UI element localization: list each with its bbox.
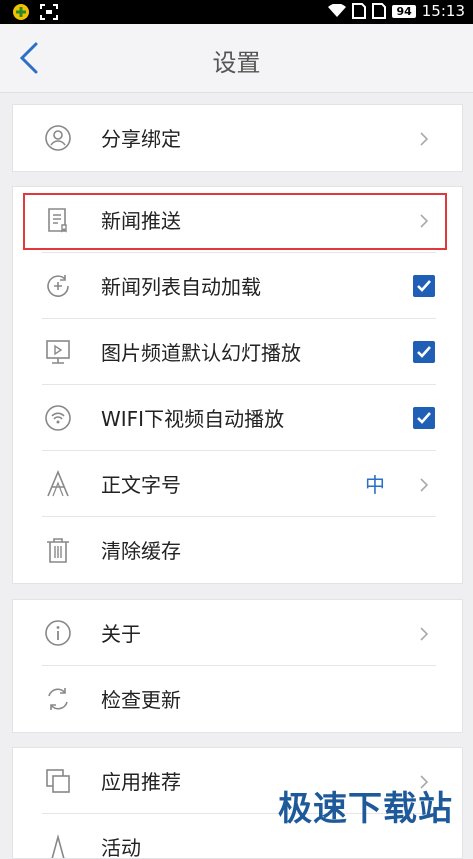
setting-label: 应用推荐 <box>101 770 181 794</box>
status-bar: 94 15:13 <box>0 0 473 24</box>
auto-load-checkbox[interactable] <box>413 275 435 297</box>
chevron-right-icon <box>420 478 429 492</box>
page-title: 设置 <box>212 49 261 77</box>
settings-section-account: 分享绑定 <box>12 104 463 172</box>
setting-label: 正文字号 <box>101 473 181 497</box>
setting-label: WIFI下视频自动播放 <box>101 407 285 431</box>
highlight-box <box>23 193 447 250</box>
setting-image-slideshow[interactable]: 图片频道默认幻灯播放 <box>13 319 462 385</box>
font-size-icon <box>47 470 69 497</box>
sync-icon <box>48 688 68 710</box>
user-circle-icon <box>45 125 71 151</box>
wifi-autoplay-checkbox[interactable] <box>413 407 435 429</box>
setting-label: 分享绑定 <box>101 127 181 151</box>
setting-label: 清除缓存 <box>101 539 181 563</box>
chevron-right-icon <box>420 132 429 146</box>
setting-clear-cache[interactable]: 清除缓存 <box>13 517 462 583</box>
setting-label: 图片频道默认幻灯播放 <box>101 341 301 365</box>
sim2-signal-icon <box>372 3 387 19</box>
setting-wifi-autoplay[interactable]: WIFI下视频自动播放 <box>13 385 462 451</box>
setting-label: 检查更新 <box>101 688 181 712</box>
wifi-signal-icon <box>328 4 347 17</box>
slideshow-icon <box>46 340 70 364</box>
info-icon <box>45 620 71 646</box>
title-bar: 设置 <box>0 24 473 93</box>
setting-auto-load-news[interactable]: 新闻列表自动加载 <box>13 253 462 319</box>
setting-label: 活动 <box>101 836 141 859</box>
setting-label: 关于 <box>101 622 141 646</box>
trash-icon <box>47 538 69 563</box>
battery-level: 94 <box>392 4 416 18</box>
app-recommend-icon <box>46 769 70 793</box>
clock: 15:13 <box>421 2 465 20</box>
settings-section-about: 关于 检查更新 <box>12 599 463 733</box>
setting-check-update[interactable]: 检查更新 <box>13 666 462 732</box>
setting-about[interactable]: 关于 <box>13 600 462 666</box>
setting-label: 新闻列表自动加载 <box>101 275 261 299</box>
activity-icon <box>51 833 65 858</box>
checkmark-icon <box>417 412 431 424</box>
font-size-value: 中 <box>365 473 385 497</box>
app-notification-icon <box>13 4 29 20</box>
wifi-icon <box>45 405 71 431</box>
chevron-right-icon <box>420 627 429 641</box>
checkmark-icon <box>417 346 431 358</box>
setting-font-size[interactable]: 正文字号 中 <box>13 451 462 517</box>
refresh-plus-icon <box>47 275 69 297</box>
slideshow-checkbox[interactable] <box>413 341 435 363</box>
watermark: 极速下载站 <box>278 789 453 829</box>
setting-share-binding[interactable]: 分享绑定 <box>13 105 462 171</box>
checkmark-icon <box>417 280 431 292</box>
screenshot-icon <box>40 4 58 20</box>
sim1-signal-icon <box>352 3 367 19</box>
